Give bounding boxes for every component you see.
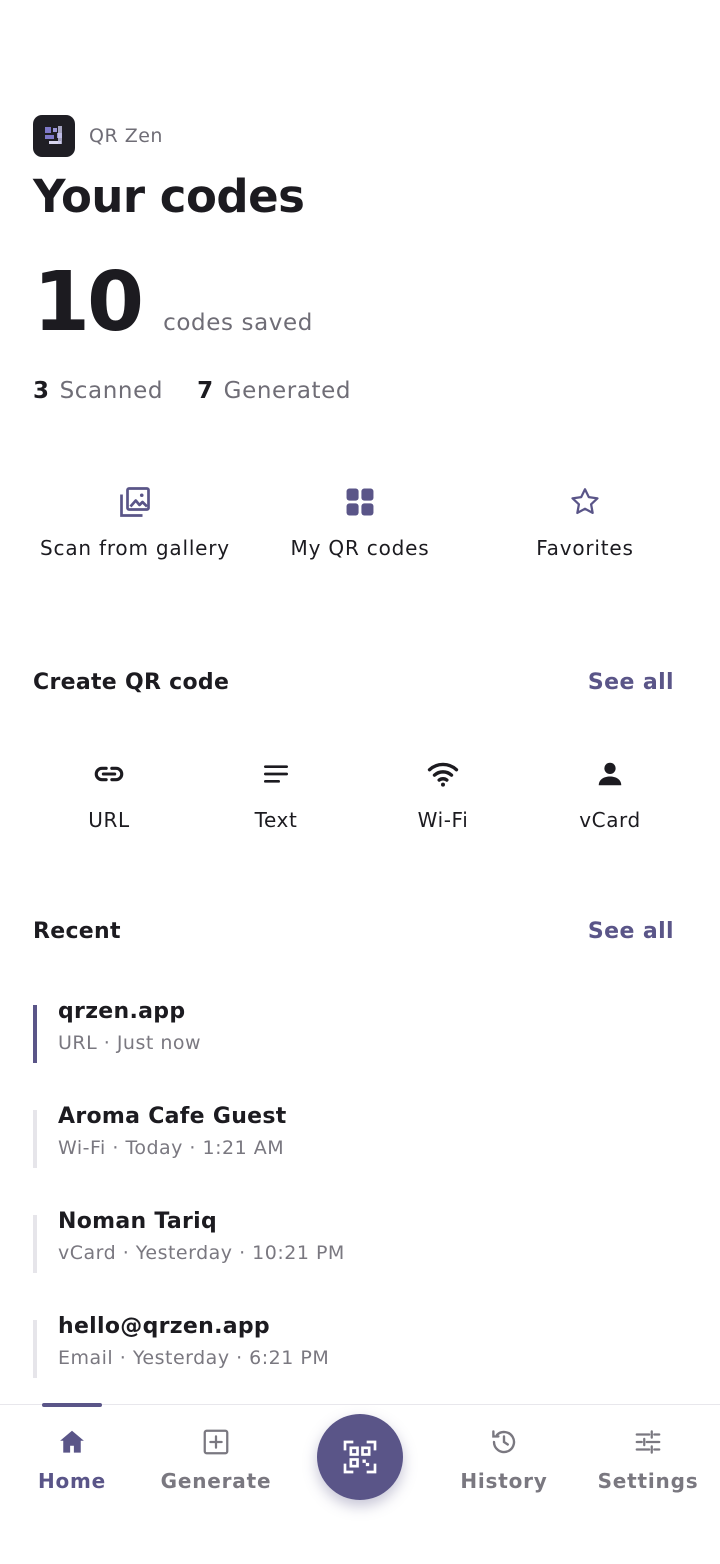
recent-item-noman-tariq[interactable]: Noman Tariq vCard · Yesterday · 10:21 PM [33, 1209, 673, 1273]
stat-generated-value: 7 [197, 378, 214, 404]
page-title: Your codes [33, 170, 305, 223]
codes-count-value: 10 [33, 255, 144, 350]
my-qr-codes-label: My QR codes [290, 536, 430, 560]
nav-settings-label: Settings [597, 1469, 699, 1493]
home-icon [60, 1430, 84, 1453]
recent-item-title: Noman Tariq [58, 1209, 218, 1234]
stat-generated-label: Generated [223, 378, 352, 404]
add-box-icon [203, 1429, 229, 1455]
nav-history[interactable]: History [434, 1427, 574, 1493]
recent-item-title: hello@qrzen.app [58, 1314, 270, 1339]
recent-section-title: Recent [33, 919, 121, 944]
codes-count-label: codes saved [163, 310, 313, 336]
create-see-all-link[interactable]: See all [588, 670, 674, 695]
stats-row: 3 Scanned 7 Generated [33, 378, 385, 404]
wifi-icon [427, 762, 459, 787]
text-icon [264, 765, 288, 783]
person-icon [598, 762, 622, 786]
scan-from-gallery-button[interactable]: Scan from gallery [23, 484, 247, 560]
create-section-title: Create QR code [33, 670, 230, 695]
recent-item-aroma-cafe[interactable]: Aroma Cafe Guest Wi-Fi · Today · 1:21 AM [33, 1104, 673, 1168]
create-vcard-button[interactable]: vCard [535, 758, 685, 832]
bottom-nav: Home Generate History Settings [0, 1403, 720, 1564]
stat-generated: 7 Generated [197, 378, 351, 404]
codes-count: 10 codes saved [33, 262, 313, 344]
stat-scanned-value: 3 [33, 378, 50, 404]
favorites-label: Favorites [536, 536, 634, 560]
app-logo [33, 115, 75, 157]
gallery-icon [120, 487, 150, 517]
create-wifi-label: Wi-Fi [417, 808, 469, 832]
recent-item-hello-email[interactable]: hello@qrzen.app Email · Yesterday · 6:21… [33, 1314, 673, 1378]
recent-item-title: Aroma Cafe Guest [58, 1104, 287, 1129]
app-header: QR Zen [33, 115, 163, 157]
create-url-button[interactable]: URL [34, 758, 184, 832]
qr-scan-icon [343, 1440, 377, 1474]
scan-qr-button[interactable] [317, 1414, 403, 1500]
scan-from-gallery-label: Scan from gallery [40, 536, 230, 560]
nav-generate-label: Generate [160, 1469, 272, 1493]
recent-item-subtitle: vCard · Yesterday · 10:21 PM [58, 1242, 345, 1264]
history-icon [492, 1430, 516, 1454]
create-text-button[interactable]: Text [201, 758, 351, 832]
recent-item-subtitle: URL · Just now [58, 1032, 202, 1054]
create-vcard-label: vCard [579, 808, 641, 832]
stat-scanned: 3 Scanned [33, 378, 163, 404]
recent-item-title: qrzen.app [58, 999, 186, 1024]
grid-icon [346, 488, 374, 516]
my-qr-codes-button[interactable]: My QR codes [248, 484, 472, 560]
sliders-icon [635, 1430, 661, 1454]
favorites-button[interactable]: Favorites [473, 484, 697, 560]
app-name: QR Zen [89, 125, 163, 147]
nav-active-indicator [42, 1403, 102, 1407]
nav-settings[interactable]: Settings [578, 1427, 718, 1493]
link-icon [94, 766, 124, 782]
nav-history-label: History [460, 1469, 548, 1493]
recent-item-qrzen-app[interactable]: qrzen.app URL · Just now [33, 999, 673, 1063]
recent-item-subtitle: Email · Yesterday · 6:21 PM [58, 1347, 330, 1369]
nav-home-label: Home [37, 1469, 107, 1493]
create-wifi-button[interactable]: Wi-Fi [368, 758, 518, 832]
stat-scanned-label: Scanned [59, 378, 164, 404]
recent-item-subtitle: Wi-Fi · Today · 1:21 AM [58, 1137, 285, 1159]
nav-generate[interactable]: Generate [146, 1427, 286, 1493]
star-icon [571, 488, 599, 515]
nav-home[interactable]: Home [2, 1427, 142, 1493]
create-text-label: Text [254, 808, 298, 832]
create-url-label: URL [88, 808, 130, 832]
recent-see-all-link[interactable]: See all [588, 919, 674, 944]
